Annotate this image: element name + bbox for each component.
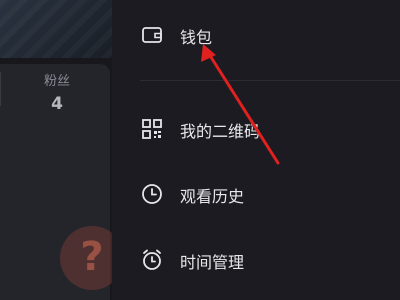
annotation-arrow xyxy=(201,44,280,165)
